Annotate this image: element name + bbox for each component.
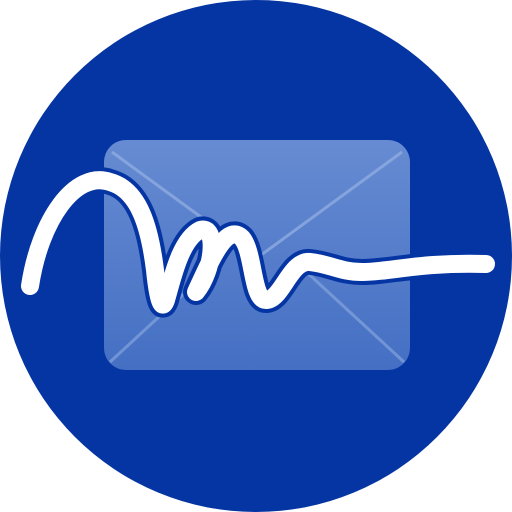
app-icon	[0, 0, 512, 512]
app-icon-svg	[0, 0, 512, 512]
